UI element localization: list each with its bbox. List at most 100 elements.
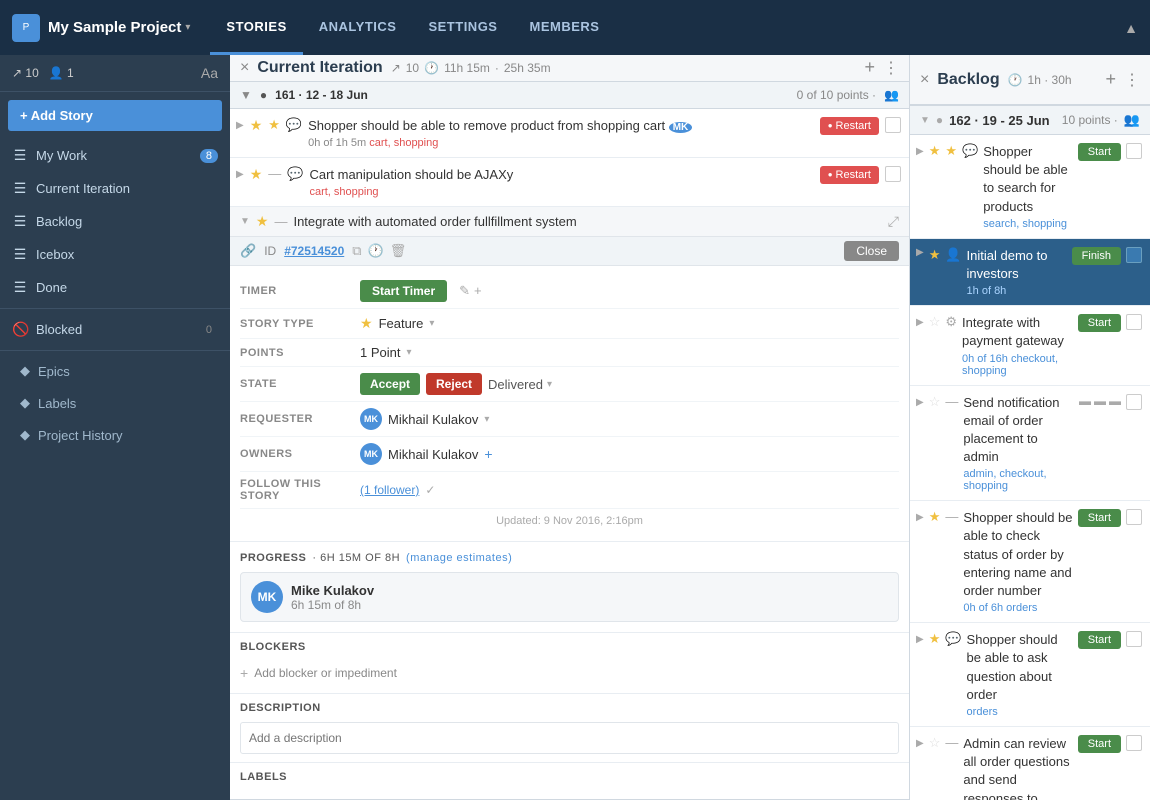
- sidebar-divider: [0, 308, 230, 309]
- bl-star[interactable]: ★: [929, 143, 941, 159]
- story-item-remove-product: ▶ ★ ★ 💬 Shopper should be able to remove…: [230, 109, 909, 158]
- follow-field-row: FOLLOW THIS STORY (1 follower) ✓: [240, 472, 899, 509]
- sidebar-item-done[interactable]: ☰ Done: [0, 271, 230, 304]
- done-icon: ☰: [12, 279, 28, 296]
- sidebar-item-blocked[interactable]: 🚫 Blocked 0: [0, 313, 230, 346]
- fullscreen-icon[interactable]: ⤢: [888, 213, 899, 230]
- sprint-162-expand-icon[interactable]: ▼: [920, 115, 930, 126]
- bl-star[interactable]: ★: [929, 631, 941, 647]
- align-left-icon[interactable]: ▬: [1079, 394, 1091, 408]
- story-checkbox[interactable]: [885, 166, 901, 182]
- bl-checkbox[interactable]: [1126, 247, 1142, 263]
- bl-star[interactable]: ☆: [929, 735, 941, 751]
- backlog-menu-icon[interactable]: ⋮: [1124, 70, 1140, 90]
- sidebar-item-my-work[interactable]: ☰ My Work 8: [0, 139, 230, 172]
- bl-expand-icon[interactable]: ▶: [916, 631, 924, 645]
- timer-edit-icon[interactable]: ✎: [459, 283, 470, 299]
- start-button[interactable]: Start: [1078, 631, 1121, 649]
- follower-count-link[interactable]: (1 follower): [360, 483, 419, 497]
- tab-analytics[interactable]: ANALYTICS: [303, 0, 413, 55]
- sidebar-item-project-history[interactable]: ◆ Project History: [0, 419, 230, 451]
- add-owner-icon[interactable]: +: [484, 446, 492, 462]
- finish-button[interactable]: Finish: [1072, 247, 1121, 265]
- project-dropdown-icon[interactable]: ▾: [185, 22, 190, 33]
- bl-expand-icon[interactable]: ▶: [916, 735, 924, 749]
- bl-expand-icon[interactable]: ▶: [916, 509, 924, 523]
- copy-icon[interactable]: ⧉: [352, 243, 361, 259]
- story-star[interactable]: ★: [250, 117, 263, 134]
- expanded-story-title-input[interactable]: [293, 214, 881, 229]
- bl-checkbox[interactable]: [1126, 735, 1142, 751]
- tab-members[interactable]: MEMBERS: [513, 0, 615, 55]
- bl-expand-icon[interactable]: ▶: [916, 143, 924, 157]
- iteration-close-icon[interactable]: ×: [240, 59, 249, 77]
- bl-expand-icon[interactable]: ▶: [916, 314, 924, 328]
- bl-star[interactable]: ☆: [929, 314, 941, 330]
- bl-checkbox[interactable]: [1126, 509, 1142, 525]
- start-button[interactable]: Start: [1078, 735, 1121, 753]
- sidebar-item-icebox[interactable]: ☰ Icebox: [0, 238, 230, 271]
- follow-check-icon[interactable]: ✓: [425, 483, 435, 497]
- expanded-story-expand-icon[interactable]: ▼: [240, 216, 250, 227]
- start-button[interactable]: Start: [1078, 509, 1121, 527]
- story-comment-icon[interactable]: 💬: [286, 117, 302, 133]
- collapse-icon[interactable]: ▲: [1124, 20, 1138, 36]
- bl-comment-icon: 💬: [945, 631, 961, 647]
- story-restart-button[interactable]: Restart: [820, 117, 879, 135]
- backlog-add-icon[interactable]: +: [1105, 69, 1116, 90]
- sidebar-item-labels[interactable]: ◆ Labels: [0, 387, 230, 419]
- bl-star[interactable]: ★: [929, 509, 941, 525]
- iteration-add-icon[interactable]: +: [864, 57, 875, 78]
- bl-checkbox[interactable]: [1126, 394, 1142, 410]
- story-star[interactable]: ★: [250, 166, 263, 183]
- bl-checkbox[interactable]: [1126, 631, 1142, 647]
- requester-dropdown-icon[interactable]: ▾: [484, 414, 489, 425]
- sidebar-item-epics[interactable]: ◆ Epics: [0, 355, 230, 387]
- align-center-icon[interactable]: ▬: [1094, 394, 1106, 408]
- description-input[interactable]: [240, 722, 899, 754]
- manage-estimates-link[interactable]: (manage estimates): [406, 552, 512, 564]
- tab-stories[interactable]: STORIES: [210, 0, 302, 55]
- accept-button[interactable]: Accept: [360, 373, 420, 395]
- story-type-dropdown-icon[interactable]: ▾: [429, 318, 434, 329]
- story-expand-icon[interactable]: ▶: [236, 117, 244, 131]
- start-button[interactable]: Start: [1078, 143, 1121, 161]
- bl-expand-icon[interactable]: ▶: [916, 247, 924, 258]
- bl-star[interactable]: ★: [929, 247, 941, 263]
- timer-add-icon[interactable]: +: [474, 283, 482, 299]
- search-icon[interactable]: Aa: [201, 65, 218, 81]
- start-timer-button[interactable]: Start Timer: [360, 280, 447, 302]
- bl-text: Admin can review all order questions and…: [963, 735, 1072, 800]
- sprint-expand-icon[interactable]: ▼: [240, 88, 252, 102]
- iteration-menu-icon[interactable]: ⋮: [883, 58, 899, 78]
- bl-star[interactable]: ☆: [929, 394, 941, 410]
- reject-button[interactable]: Reject: [426, 373, 482, 395]
- close-story-button[interactable]: Close: [844, 241, 899, 261]
- expanded-story-star[interactable]: ★: [256, 213, 269, 230]
- follow-label: FOLLOW THIS STORY: [240, 478, 360, 502]
- start-button[interactable]: Start: [1078, 314, 1121, 332]
- sidebar-item-backlog[interactable]: ☰ Backlog: [0, 205, 230, 238]
- bl-expand-icon[interactable]: ▶: [916, 394, 924, 408]
- align-right-icon[interactable]: ▬: [1109, 394, 1121, 408]
- sprint-162-title: 162 · 19 - 25 Jun: [949, 113, 1049, 128]
- story-expand-icon[interactable]: ▶: [236, 166, 244, 180]
- bl-comment-icon[interactable]: 💬: [962, 143, 978, 159]
- owners-value: MK Mikhail Kulakov +: [360, 443, 899, 465]
- tab-settings[interactable]: SETTINGS: [412, 0, 513, 55]
- history-icon[interactable]: 🕐: [368, 243, 384, 259]
- icebox-icon: ☰: [12, 246, 28, 263]
- add-story-button[interactable]: + Add Story: [8, 100, 222, 131]
- bl-checkbox[interactable]: [1126, 314, 1142, 330]
- backlog-stories-list: ▼ ● 162 · 19 - 25 Jun 10 points · 👥 ▶ ★ …: [910, 105, 1150, 800]
- backlog-close-icon[interactable]: ×: [920, 71, 929, 89]
- state-dropdown-icon[interactable]: ▾: [547, 379, 552, 390]
- bl-checkbox[interactable]: [1126, 143, 1142, 159]
- add-blocker-button[interactable]: + Add blocker or impediment: [240, 661, 899, 685]
- story-restart-button[interactable]: Restart: [820, 166, 879, 184]
- points-dropdown-icon[interactable]: ▾: [406, 347, 411, 358]
- story-checkbox[interactable]: [885, 117, 901, 133]
- story-comment-icon[interactable]: 💬: [287, 166, 303, 182]
- sidebar-item-current-iteration[interactable]: ☰ Current Iteration: [0, 172, 230, 205]
- trash-icon[interactable]: 🗑: [390, 243, 407, 259]
